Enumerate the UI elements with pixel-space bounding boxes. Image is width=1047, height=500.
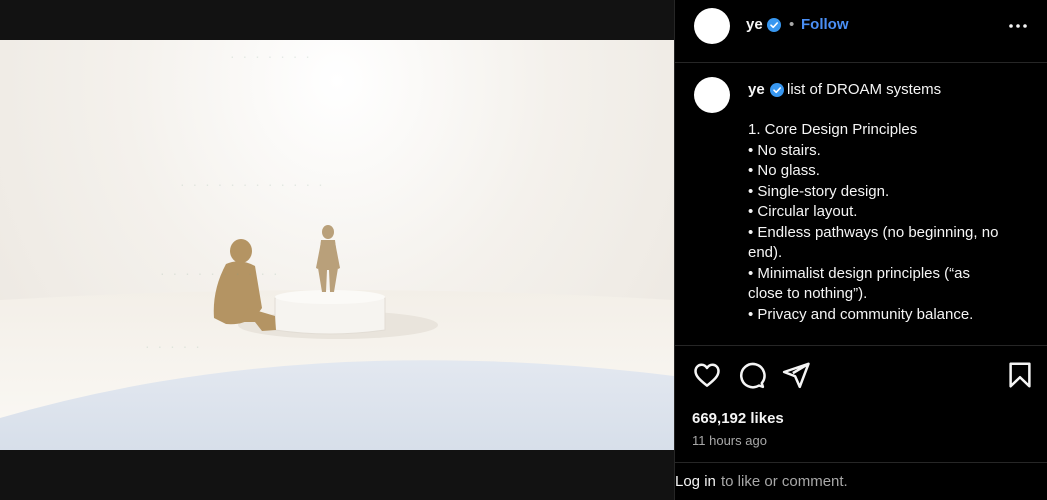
caption-body: 1. Core Design Principles • No stairs. •… bbox=[748, 120, 1033, 325]
share-icon[interactable] bbox=[781, 360, 811, 390]
like-count[interactable]: 669,192 likes bbox=[692, 410, 784, 427]
caption-line: • No stairs. bbox=[748, 141, 821, 159]
separator-dot: • bbox=[789, 16, 795, 33]
caption-line: • Circular layout. bbox=[748, 203, 858, 220]
room-scene bbox=[0, 225, 674, 450]
post-side-panel: ye • Follow ye list of DROAM systems 1. … bbox=[674, 0, 1047, 500]
heart-icon[interactable] bbox=[692, 360, 722, 390]
caption-line: end). bbox=[748, 244, 783, 261]
caption-line: • Endless pathways (no beginning, no bbox=[748, 223, 999, 241]
caption-line: • Minimalist design principles (“as bbox=[748, 264, 970, 282]
action-bar bbox=[675, 360, 1047, 394]
comment-icon[interactable] bbox=[736, 360, 766, 390]
caption-username[interactable]: ye bbox=[748, 81, 765, 98]
login-link[interactable]: Log in bbox=[675, 473, 716, 490]
ghost-text: · · · · · · · bbox=[230, 48, 312, 64]
post-header: ye • Follow bbox=[675, 0, 1047, 63]
caption-line: 1. Core Design Principles bbox=[748, 121, 918, 138]
post-timestamp[interactable]: 11 hours ago bbox=[692, 433, 767, 448]
ghost-text: · · · · · · · · · · bbox=[160, 265, 280, 281]
media-panel: · · · · · · · · · · · · · · · · · · · · … bbox=[0, 0, 674, 500]
caption-line: • No glass. bbox=[748, 162, 820, 179]
follow-button[interactable]: Follow bbox=[801, 16, 849, 33]
ghost-text: · · · · · · · · · · · · bbox=[180, 176, 325, 192]
bookmark-icon[interactable] bbox=[1005, 360, 1035, 390]
verified-badge-icon bbox=[770, 83, 784, 97]
caption-title: list of DROAM systems bbox=[787, 81, 942, 98]
caption-line: • Privacy and community balance. bbox=[748, 305, 974, 323]
login-prompt-text: to like or comment. bbox=[721, 473, 848, 490]
ghost-text: · · · · · bbox=[145, 338, 202, 354]
author-username[interactable]: ye bbox=[746, 16, 763, 33]
post-caption: ye list of DROAM systems 1. Core Design … bbox=[675, 64, 1047, 346]
more-horizontal-icon[interactable] bbox=[1006, 14, 1030, 38]
avatar[interactable] bbox=[694, 77, 730, 113]
post-image[interactable]: · · · · · · · · · · · · · · · · · · · · … bbox=[0, 40, 674, 450]
avatar[interactable] bbox=[694, 8, 730, 44]
login-footer: Log in to like or comment. bbox=[675, 462, 1047, 500]
verified-badge-icon bbox=[767, 18, 781, 32]
caption-line: • Single-story design. bbox=[748, 182, 890, 200]
caption-line: close to nothing”). bbox=[748, 285, 868, 302]
